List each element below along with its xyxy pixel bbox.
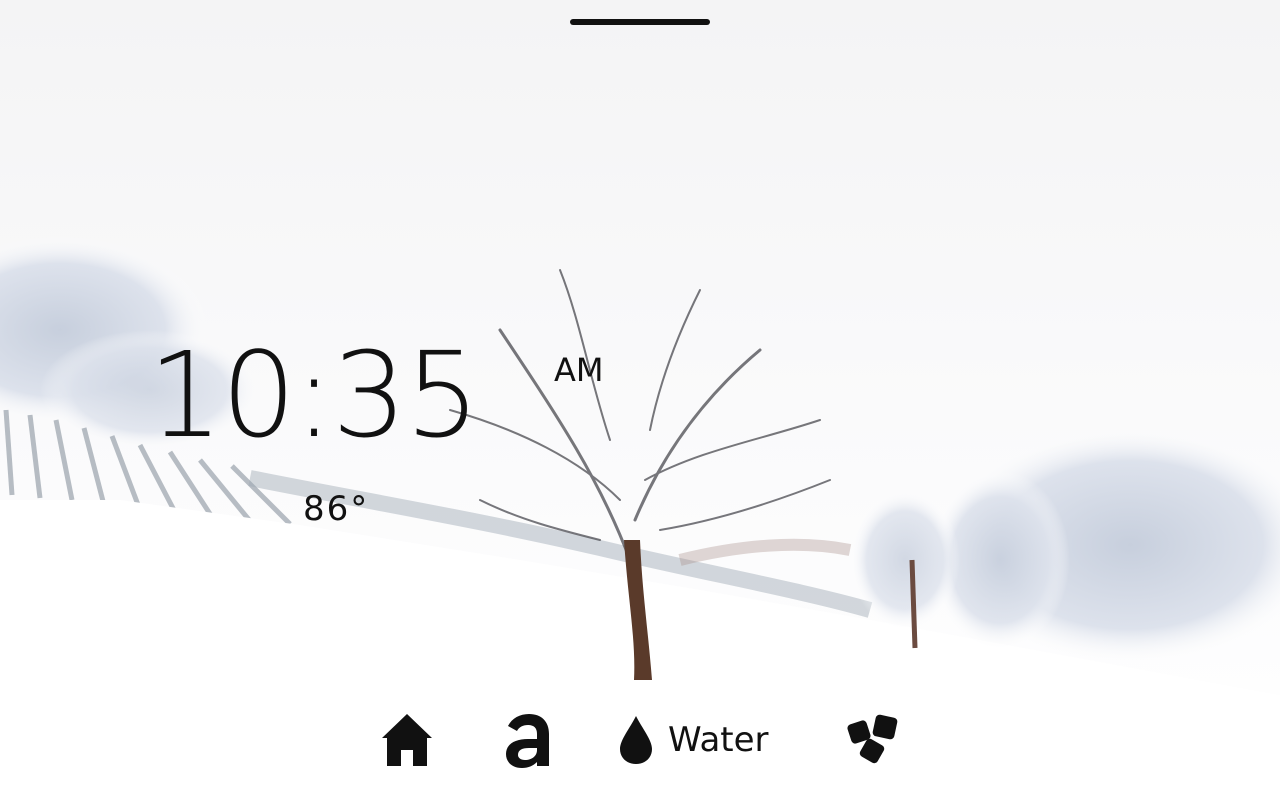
water-label: Water <box>668 720 769 760</box>
water-drop-icon <box>620 716 652 764</box>
water-button[interactable]: Water <box>618 710 769 770</box>
clock-ampm: AM <box>554 351 604 389</box>
home-icon <box>382 714 432 766</box>
apps-button[interactable] <box>846 710 900 770</box>
amazon-a-icon <box>506 714 549 768</box>
amazon-app-button[interactable] <box>504 710 552 770</box>
home-screen: 10:35 AM 86° Water <box>0 0 1280 800</box>
temperature-reading[interactable]: 86° <box>303 488 369 530</box>
tiles-icon <box>847 714 898 764</box>
bottom-dock: Water <box>0 700 1280 800</box>
home-button[interactable] <box>380 710 434 770</box>
grab-handle[interactable] <box>570 19 710 25</box>
clock-time: 10:35 <box>148 326 480 464</box>
